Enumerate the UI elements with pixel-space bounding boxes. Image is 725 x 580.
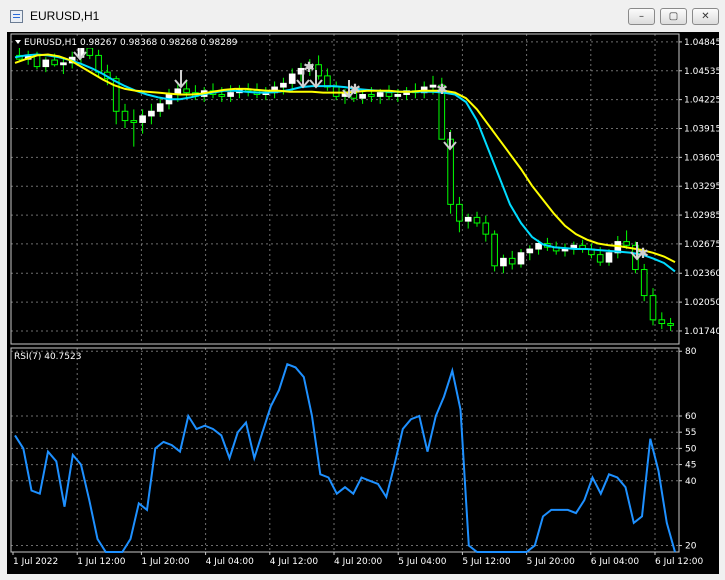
title-bar[interactable]: EURUSD,H1 – ▢ ✕: [0, 0, 725, 32]
candle-body: [605, 252, 613, 263]
signal-star-icon: ✱: [436, 82, 448, 98]
price-panel[interactable]: [10, 33, 680, 345]
chart-window-icon: [10, 10, 23, 23]
price-tick-label: 1.04535: [684, 67, 719, 77]
rsi-tick-label: 55: [685, 428, 696, 438]
x-tick-label: 5 Jul 04:00: [398, 557, 447, 567]
x-tick-label: 6 Jul 12:00: [655, 557, 704, 567]
candle-body: [491, 233, 498, 267]
price-tick-label: 1.01740: [684, 327, 719, 337]
chart-canvas[interactable]: 1 Jul 2022 1 Jul 12:00 1 Jul 20:00 4 Jul 04…: [7, 32, 719, 574]
rsi-tick-label: 50: [685, 444, 697, 454]
candle-body: [130, 120, 138, 123]
candle-body: [473, 216, 481, 224]
candle-body: [183, 88, 190, 94]
candle-body: [640, 269, 648, 297]
candle-body: [218, 94, 226, 97]
price-tick-label: 1.03605: [684, 153, 719, 163]
candle-body: [148, 110, 155, 117]
candle-body: [517, 252, 525, 265]
signal-star-icon: ✱: [349, 82, 361, 98]
candle-body: [280, 82, 287, 88]
price-tick-label: 1.04225: [684, 96, 719, 106]
x-tick-label: 5 Jul 12:00: [462, 557, 511, 567]
x-tick-label: 5 Jul 20:00: [527, 557, 576, 567]
x-tick-label: 6 Jul 04:00: [591, 557, 640, 567]
candle-body: [42, 59, 50, 68]
candle-body: [394, 94, 402, 97]
candle-body: [139, 115, 146, 123]
candle-body: [526, 248, 534, 254]
x-tick-label: 4 Jul 12:00: [270, 557, 319, 567]
maximize-button[interactable]: ▢: [660, 8, 687, 25]
price-panel-header: EURUSD,H1 0.98267 0.98368 0.98268 0.9828…: [24, 38, 238, 48]
rsi-panel[interactable]: [10, 347, 680, 553]
x-tick-label: 1 Jul 12:00: [77, 557, 126, 567]
candle-body: [535, 242, 542, 250]
close-button[interactable]: ✕: [692, 8, 719, 25]
maximize-icon: ▢: [668, 10, 679, 22]
candle-body: [667, 323, 674, 326]
rsi-tick-label: 60: [685, 412, 697, 422]
candle-body: [456, 203, 463, 222]
candle-body: [368, 94, 375, 97]
signal-star-icon: ✱: [637, 246, 649, 262]
rsi-tick-label: 20: [685, 542, 697, 552]
rsi-tick-label: 40: [685, 477, 697, 487]
x-tick-label: 1 Jul 20:00: [141, 557, 190, 567]
rsi-tick-label: 80: [685, 347, 697, 357]
candle-body: [156, 103, 164, 112]
minimize-icon: –: [639, 10, 644, 22]
candle-body: [561, 248, 569, 252]
candle-body: [376, 92, 384, 97]
terminal-window: EURUSD,H1 – ▢ ✕ 1 Jul 2022 1 Jul 12:00 1 J…: [0, 0, 725, 580]
candle-body: [464, 216, 472, 222]
minimize-button[interactable]: –: [628, 8, 655, 25]
price-tick-label: 1.03915: [684, 124, 719, 134]
window-title: EURUSD,H1: [30, 9, 100, 23]
signal-star-icon: ✱: [303, 60, 315, 76]
x-tick-label: 4 Jul 04:00: [206, 557, 255, 567]
candle-body: [288, 73, 296, 84]
x-tick-label: 4 Jul 20:00: [334, 557, 383, 567]
price-tick-label: 1.02675: [684, 240, 719, 250]
candle-body: [658, 319, 666, 325]
candle-body: [429, 84, 437, 88]
candle-body: [51, 59, 58, 66]
candle-body: [60, 62, 67, 66]
candle-body: [508, 257, 516, 265]
candle-body: [500, 257, 507, 267]
price-tick-label: 1.02360: [684, 269, 719, 279]
candle-body: [121, 110, 129, 122]
rsi-tick-label: 45: [685, 461, 696, 471]
price-tick-label: 1.02985: [684, 211, 719, 221]
rsi-panel-header: RSI(7) 40.7523: [14, 352, 81, 362]
candle-body: [649, 295, 657, 321]
close-icon: ✕: [701, 10, 710, 22]
candle-body: [596, 254, 604, 263]
price-tick-label: 1.04845: [684, 38, 719, 48]
candle-body: [623, 241, 630, 246]
price-tick-label: 1.03295: [684, 182, 719, 192]
chart-area[interactable]: 1 Jul 2022 1 Jul 12:00 1 Jul 20:00 4 Jul 04…: [7, 32, 719, 574]
candle-body: [385, 92, 393, 97]
price-tick-label: 1.02050: [684, 298, 719, 308]
x-tick-label: 1 Jul 2022: [13, 557, 58, 567]
candle-body: [227, 92, 234, 97]
candle-body: [482, 222, 490, 235]
